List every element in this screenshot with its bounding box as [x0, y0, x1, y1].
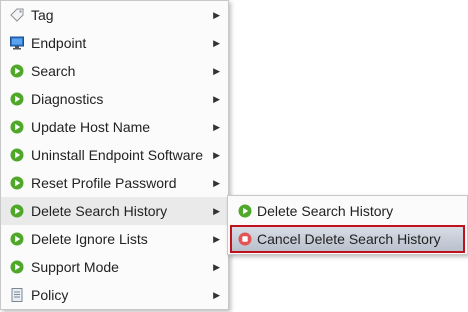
- menu-item-label: Policy: [31, 287, 69, 303]
- menu-item-diagnostics[interactable]: Diagnostics ▶: [1, 85, 228, 113]
- submenu-arrow-icon: ▶: [213, 234, 220, 244]
- menu-item-update-host-name[interactable]: Update Host Name ▶: [1, 113, 228, 141]
- play-circle-icon: [10, 176, 24, 190]
- stop-circle-icon: [238, 232, 252, 246]
- menu-item-label: Diagnostics: [31, 91, 104, 107]
- submenu-arrow-icon: ▶: [213, 38, 220, 48]
- submenu-arrow-icon: ▶: [213, 94, 220, 104]
- menu-item-label: Delete Search History: [31, 203, 168, 219]
- menu-item-label: Uninstall Endpoint Software: [31, 147, 203, 163]
- submenu-arrow-icon: ▶: [213, 290, 220, 300]
- submenu-arrow-icon: ▶: [213, 10, 220, 20]
- policy-document-icon: [11, 288, 23, 302]
- menu-item-label: Delete Ignore Lists: [31, 231, 148, 247]
- menu-item-reset-profile-password[interactable]: Reset Profile Password ▶: [1, 169, 228, 197]
- submenu-arrow-icon: ▶: [213, 150, 220, 160]
- play-circle-icon: [10, 204, 24, 218]
- play-circle-icon: [10, 148, 24, 162]
- submenu-item-label: Cancel Delete Search History: [257, 231, 441, 247]
- menu-item-label: Reset Profile Password: [31, 175, 177, 191]
- submenu-arrow-icon: ▶: [213, 66, 220, 76]
- submenu-item-label: Delete Search History: [257, 203, 394, 219]
- play-circle-icon: [10, 64, 24, 78]
- menu-item-label: Tag: [31, 7, 54, 23]
- submenu-arrow-icon: ▶: [213, 206, 220, 216]
- menu-item-delete-search-history[interactable]: Delete Search History ▶: [1, 197, 228, 225]
- menu-item-label: Endpoint: [31, 35, 87, 51]
- menu-item-uninstall-endpoint-software[interactable]: Uninstall Endpoint Software ▶: [1, 141, 228, 169]
- submenu-item-delete-search-history[interactable]: Delete Search History: [230, 197, 465, 225]
- play-circle-icon: [10, 232, 24, 246]
- menu-item-tag[interactable]: Tag ▶: [1, 1, 228, 29]
- menu-item-label: Update Host Name: [31, 119, 151, 135]
- menu-item-delete-ignore-lists[interactable]: Delete Ignore Lists ▶: [1, 225, 228, 253]
- menu-item-endpoint[interactable]: Endpoint ▶: [1, 29, 228, 57]
- menu-item-label: Support Mode: [31, 259, 119, 275]
- monitor-icon: [10, 36, 24, 50]
- menu-item-support-mode[interactable]: Support Mode ▶: [1, 253, 228, 281]
- play-circle-icon: [10, 120, 24, 134]
- submenu-delete-search-history: Delete Search History Cancel Delete Sear…: [227, 195, 468, 255]
- submenu-arrow-icon: ▶: [213, 262, 220, 272]
- menu-item-search[interactable]: Search ▶: [1, 57, 228, 85]
- menu-item-label: Search: [31, 63, 76, 79]
- tag-icon: [10, 8, 24, 22]
- submenu-item-cancel-delete-search-history[interactable]: Cancel Delete Search History: [230, 225, 465, 253]
- play-circle-icon: [10, 92, 24, 106]
- submenu-arrow-icon: ▶: [213, 178, 220, 188]
- play-circle-icon: [238, 204, 252, 218]
- submenu-arrow-icon: ▶: [213, 122, 220, 132]
- menu-item-policy[interactable]: Policy ▶: [1, 281, 228, 309]
- play-circle-icon: [10, 260, 24, 274]
- context-menu: Tag ▶ Endpoint ▶ Search ▶ Diagnostics ▶ …: [0, 0, 229, 310]
